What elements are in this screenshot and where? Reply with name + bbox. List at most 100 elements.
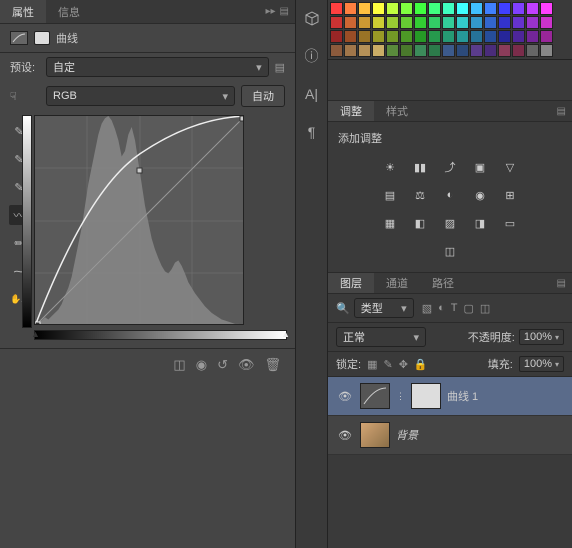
- levels-icon[interactable]: ▮▮: [410, 158, 430, 176]
- tab-info[interactable]: 信息: [46, 0, 92, 23]
- swatch[interactable]: [386, 16, 399, 29]
- lock-paint-icon[interactable]: ✎: [383, 358, 392, 371]
- swatch[interactable]: [400, 2, 413, 15]
- gradient-map-icon[interactable]: ▭: [500, 214, 520, 232]
- filter-type-icon[interactable]: T: [451, 302, 458, 315]
- swatch[interactable]: [372, 16, 385, 29]
- swatch[interactable]: [330, 2, 343, 15]
- swatch[interactable]: [484, 2, 497, 15]
- swatch[interactable]: [344, 16, 357, 29]
- swatch[interactable]: [428, 44, 441, 57]
- swatch[interactable]: [400, 30, 413, 43]
- swatch[interactable]: [498, 30, 511, 43]
- panel-menu-icon[interactable]: ▤: [557, 278, 566, 289]
- paragraph-icon[interactable]: ¶: [300, 120, 324, 144]
- lock-all-icon[interactable]: 🔒: [414, 358, 428, 371]
- opacity-input[interactable]: 100%: [519, 329, 564, 345]
- collapse-icon[interactable]: ▸▸: [266, 6, 276, 17]
- swatch[interactable]: [540, 30, 553, 43]
- clip-icon[interactable]: ◫: [173, 357, 185, 373]
- character-icon[interactable]: A|: [300, 82, 324, 106]
- swatch[interactable]: [428, 30, 441, 43]
- reset-icon[interactable]: ↺: [217, 357, 228, 373]
- swatch[interactable]: [414, 2, 427, 15]
- 3d-icon[interactable]: [300, 6, 324, 30]
- swatch[interactable]: [540, 44, 553, 57]
- layer-name[interactable]: 背景: [396, 427, 418, 443]
- swatch[interactable]: [330, 30, 343, 43]
- swatch[interactable]: [484, 30, 497, 43]
- filter-shape-icon[interactable]: ▢: [464, 302, 474, 315]
- balance-icon[interactable]: ⚖: [410, 186, 430, 204]
- swatch[interactable]: [414, 30, 427, 43]
- filter-kind-icon[interactable]: 🔍: [336, 302, 350, 315]
- swatch[interactable]: [372, 2, 385, 15]
- hue-icon[interactable]: ▤: [380, 186, 400, 204]
- swatch[interactable]: [372, 44, 385, 57]
- curves-icon[interactable]: ⤴: [440, 158, 460, 176]
- swatch[interactable]: [540, 16, 553, 29]
- invert-icon[interactable]: ◧: [410, 214, 430, 232]
- layer-row[interactable]: 👁 ⋮ 曲线 1: [328, 377, 572, 416]
- swatch[interactable]: [498, 2, 511, 15]
- swatch[interactable]: [484, 44, 497, 57]
- lookup-icon[interactable]: ▦: [380, 214, 400, 232]
- layer-row[interactable]: 👁 背景: [328, 416, 572, 455]
- finger-icon[interactable]: ☟: [10, 90, 40, 103]
- swatch[interactable]: [358, 30, 371, 43]
- channel-mixer-icon[interactable]: ⊞: [500, 186, 520, 204]
- swatch[interactable]: [540, 2, 553, 15]
- photo-filter-icon[interactable]: ◉: [470, 186, 490, 204]
- auto-button[interactable]: 自动: [241, 85, 285, 107]
- visibility-toggle-icon[interactable]: 👁: [336, 390, 354, 403]
- threshold-icon[interactable]: ◨: [470, 214, 490, 232]
- swatch[interactable]: [442, 44, 455, 57]
- swatch[interactable]: [400, 44, 413, 57]
- swatch[interactable]: [386, 30, 399, 43]
- visibility-icon[interactable]: 👁: [238, 357, 255, 373]
- swatch[interactable]: [526, 2, 539, 15]
- swatch[interactable]: [470, 16, 483, 29]
- swatch[interactable]: [386, 44, 399, 57]
- swatch[interactable]: [442, 16, 455, 29]
- swatch[interactable]: [442, 30, 455, 43]
- swatch[interactable]: [526, 16, 539, 29]
- swatch[interactable]: [372, 30, 385, 43]
- swatches-panel[interactable]: [328, 0, 572, 60]
- tab-layers[interactable]: 图层: [328, 273, 374, 293]
- brightness-icon[interactable]: ☀: [380, 158, 400, 176]
- swatch[interactable]: [414, 44, 427, 57]
- lock-pos-icon[interactable]: ✥: [399, 358, 408, 371]
- swatch[interactable]: [414, 16, 427, 29]
- selective-icon[interactable]: ◫: [440, 242, 460, 260]
- swatch[interactable]: [456, 44, 469, 57]
- swatch[interactable]: [526, 30, 539, 43]
- swatch[interactable]: [526, 44, 539, 57]
- posterize-icon[interactable]: ▨: [440, 214, 460, 232]
- fill-input[interactable]: 100%: [519, 356, 564, 372]
- bw-icon[interactable]: ◐: [440, 186, 460, 204]
- tab-properties[interactable]: 属性: [0, 0, 46, 23]
- swatch[interactable]: [344, 44, 357, 57]
- blend-mode-select[interactable]: 正常: [336, 327, 426, 347]
- layer-kind-select[interactable]: 类型: [354, 298, 414, 318]
- panel-menu-icon[interactable]: ▤: [280, 6, 289, 17]
- preset-menu-icon[interactable]: ▤: [275, 61, 285, 74]
- swatch[interactable]: [512, 30, 525, 43]
- swatch[interactable]: [470, 2, 483, 15]
- swatch[interactable]: [400, 16, 413, 29]
- swatch[interactable]: [456, 30, 469, 43]
- swatch[interactable]: [330, 16, 343, 29]
- link-icon[interactable]: ⋮: [396, 391, 405, 402]
- swatch[interactable]: [428, 16, 441, 29]
- swatch[interactable]: [386, 2, 399, 15]
- tab-paths[interactable]: 路径: [420, 273, 466, 293]
- view-previous-icon[interactable]: ◉: [196, 357, 207, 373]
- filter-pixel-icon[interactable]: ▧: [422, 302, 432, 315]
- swatch[interactable]: [498, 16, 511, 29]
- swatch[interactable]: [330, 44, 343, 57]
- panel-menu-icon[interactable]: ▤: [557, 106, 566, 117]
- swatch[interactable]: [358, 16, 371, 29]
- visibility-toggle-icon[interactable]: 👁: [336, 429, 354, 442]
- filter-adjust-icon[interactable]: ◐: [438, 302, 445, 315]
